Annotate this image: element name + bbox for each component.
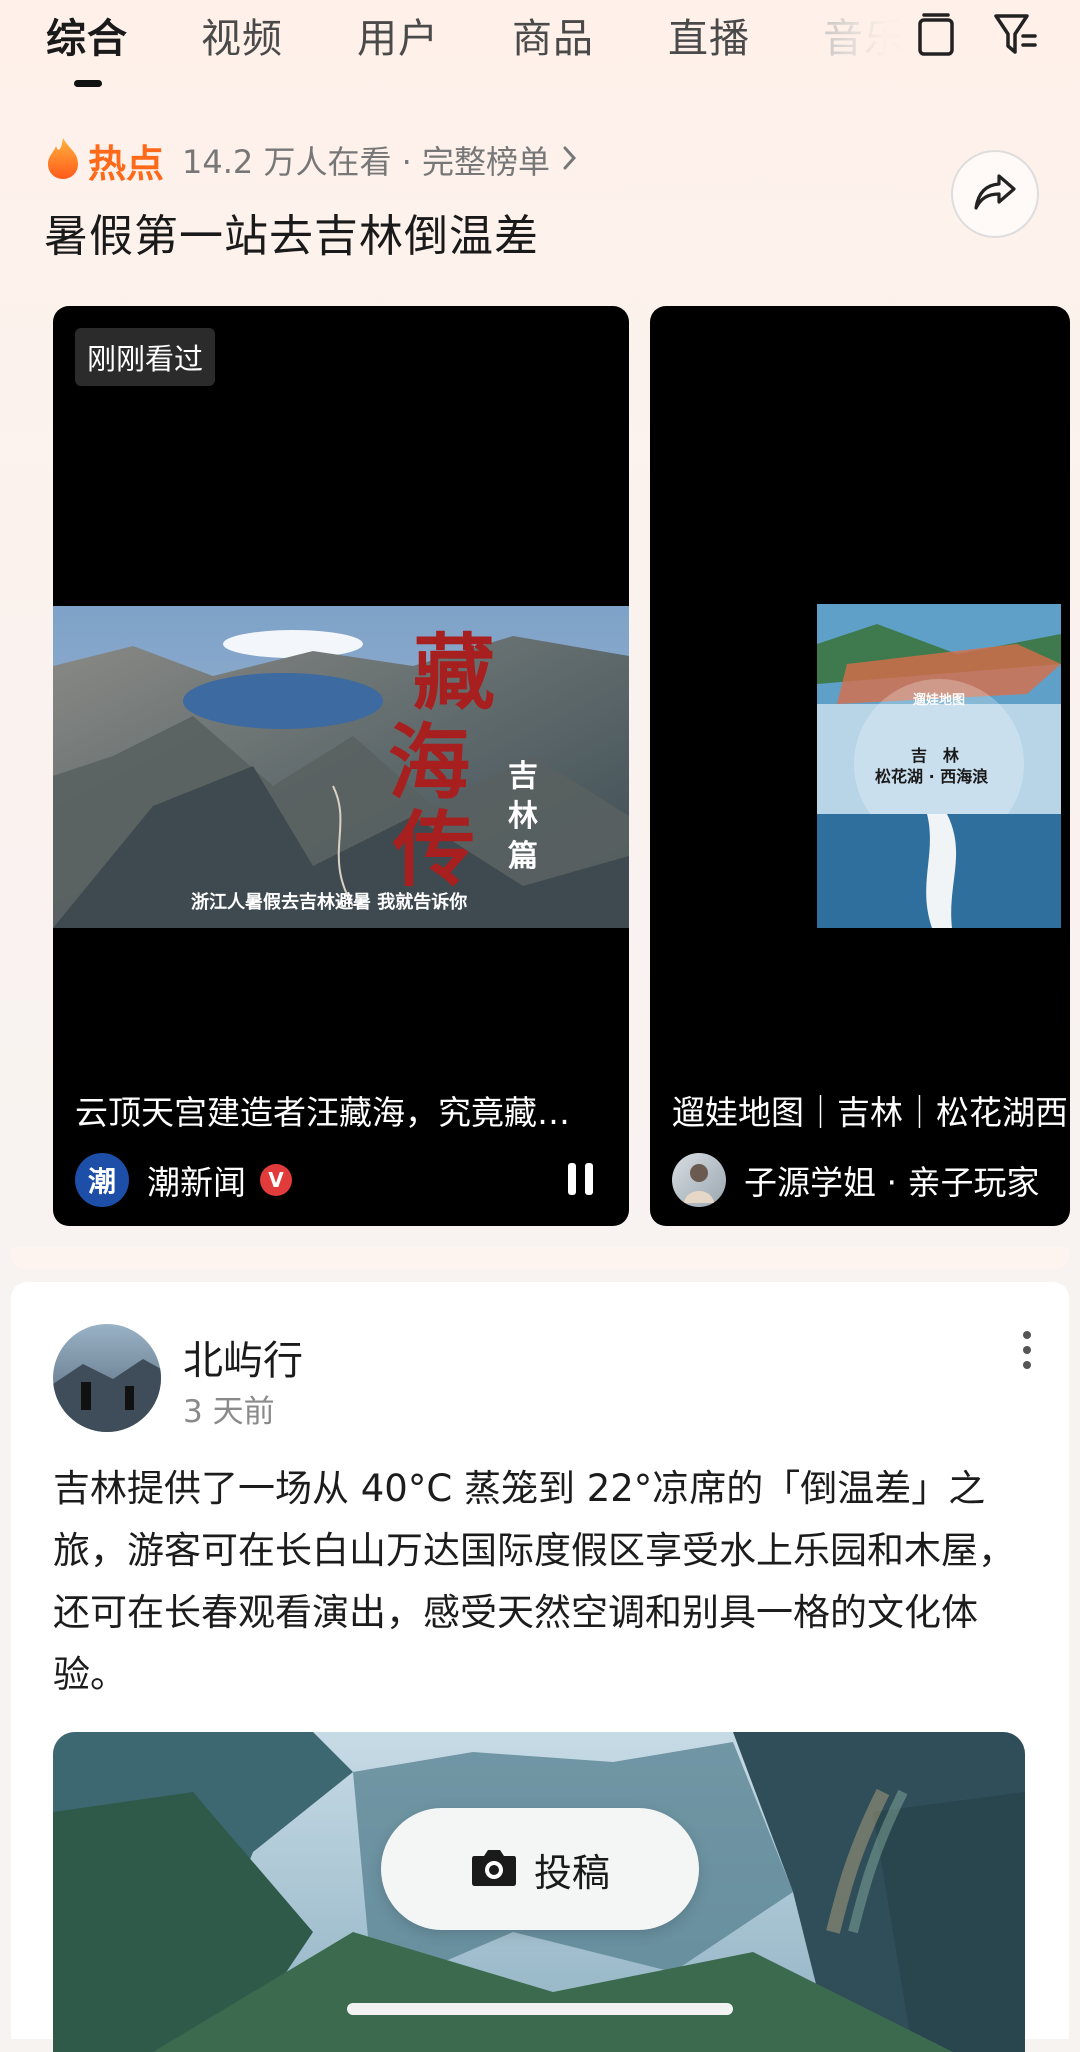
chevron-right-icon — [562, 145, 578, 175]
video-thumbnail-2: 遛娃地图 吉 林 松花湖 · 西海浪 — [817, 604, 1061, 928]
thumb-label-3: 松花湖 · 西海浪 — [875, 767, 988, 786]
video-author-2[interactable]: 子源学姐 · 亲子玩家 — [672, 1152, 1039, 1208]
pause-icon[interactable] — [565, 1161, 597, 1201]
hot-header[interactable]: 热点 14.2 万人在看 · 完整榜单 — [44, 135, 578, 186]
avatar[interactable] — [53, 1324, 161, 1432]
submit-post-button[interactable]: 投稿 — [381, 1808, 699, 1930]
post-author-name[interactable]: 北屿行 — [183, 1328, 303, 1386]
video-caption-1: 云顶天宫建造者汪藏海，究竟藏… — [75, 1093, 570, 1132]
svg-text:浙江人暑假去吉林避暑 我就告诉你: 浙江人暑假去吉林避暑 我就告诉你 — [191, 891, 467, 913]
flame-icon — [44, 136, 82, 184]
tab-fade — [800, 0, 920, 80]
active-tab-indicator — [74, 80, 102, 87]
tab-goods[interactable]: 商品 — [512, 6, 594, 64]
thumb-label-2: 吉 林 — [911, 746, 959, 765]
avatar: 潮 — [75, 1153, 129, 1207]
hot-topic-title[interactable]: 暑假第一站去吉林倒温差 — [44, 200, 539, 264]
avatar-text: 潮 — [87, 1165, 116, 1198]
thumb-title-char: 藏 — [413, 625, 495, 721]
camera-icon — [470, 1846, 518, 1892]
author-name: 潮新闻 — [147, 1163, 246, 1202]
search-tabs: 综合 视频 用户 商品 直播 音乐 — [0, 0, 1080, 100]
thumb-label-1: 遛娃地图 — [912, 692, 965, 708]
post-text[interactable]: 吉林提供了一场从 40°C 蒸笼到 22°凉席的「倒温差」之旅，游客可在长白山万… — [53, 1458, 1043, 1706]
submit-label: 投稿 — [533, 1850, 610, 1895]
home-indicator — [347, 2003, 733, 2015]
tab-live[interactable]: 直播 — [668, 6, 750, 64]
video-card-2[interactable]: 遛娃地图 吉 林 松花湖 · 西海浪 遛娃地图｜吉林｜松花湖西 子源学姐 · 亲… — [650, 306, 1070, 1226]
copy-icon[interactable] — [916, 12, 958, 62]
recently-viewed-badge: 刚刚看过 — [75, 328, 216, 386]
hot-meta[interactable]: 14.2 万人在看 · 完整榜单 — [182, 137, 550, 183]
post-time: 3 天前 — [183, 1394, 275, 1430]
svg-text:传: 传 — [392, 802, 475, 898]
more-icon[interactable] — [1021, 1330, 1033, 1374]
hot-panel-bottom — [11, 1247, 1069, 1269]
svg-text:海: 海 — [388, 715, 470, 811]
video-caption-2: 遛娃地图｜吉林｜松花湖西 — [672, 1093, 1068, 1132]
tab-user[interactable]: 用户 — [357, 6, 439, 64]
hot-label: 热点 — [88, 141, 165, 186]
svg-text:吉: 吉 — [508, 759, 538, 794]
video-thumbnail-1: 藏 海 传 吉 林 篇 浙江人暑假去吉林避暑 我就告诉你 — [53, 606, 629, 928]
avatar — [672, 1153, 726, 1207]
svg-text:林: 林 — [508, 799, 538, 834]
verified-badge-icon: V — [260, 1164, 292, 1196]
tab-video[interactable]: 视频 — [201, 6, 283, 64]
filter-icon[interactable] — [993, 12, 1039, 62]
video-card-1[interactable]: 藏 海 传 吉 林 篇 浙江人暑假去吉林避暑 我就告诉你 刚刚看过 云顶天宫建造… — [53, 306, 629, 1226]
share-icon — [973, 172, 1017, 216]
video-author-1[interactable]: 潮 潮新闻 V — [75, 1152, 292, 1208]
tab-comprehensive[interactable]: 综合 — [46, 6, 128, 64]
svg-text:篇: 篇 — [508, 839, 538, 874]
share-button[interactable] — [951, 150, 1039, 238]
author-name: 子源学姐 · 亲子玩家 — [744, 1163, 1040, 1202]
